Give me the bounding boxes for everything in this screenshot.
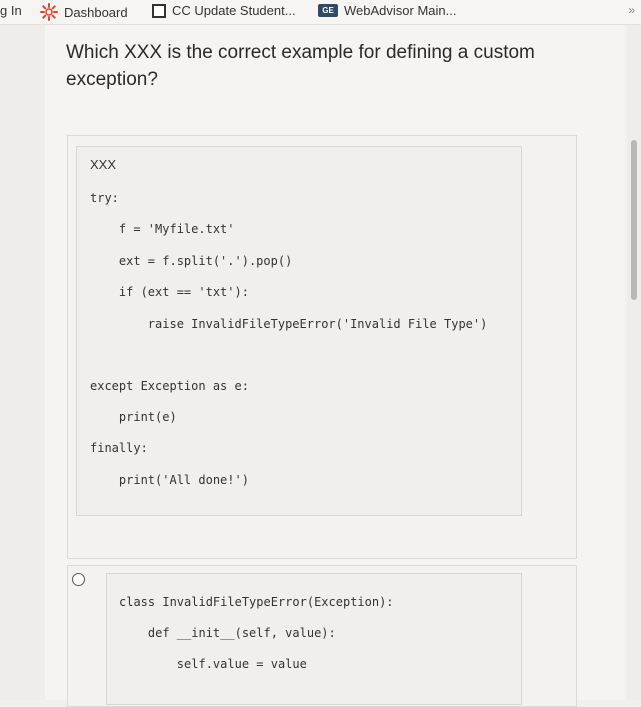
code-line: print(e) bbox=[90, 410, 177, 424]
bookmark-label: CC Update Student... bbox=[172, 3, 296, 18]
scrollbar-thumb[interactable] bbox=[631, 140, 637, 300]
bookmark-cc-update-student[interactable]: CC Update Student... bbox=[150, 3, 296, 18]
code-line: raise InvalidFileTypeError('Invalid File… bbox=[90, 317, 488, 331]
code-line: if (ext == 'txt'): bbox=[90, 285, 249, 299]
question-text: Which XXX is the correct example for def… bbox=[66, 42, 535, 90]
code-placeholder: XXX bbox=[90, 157, 117, 172]
code-block bbox=[76, 146, 522, 516]
bookmark-webadvisor[interactable]: GE WebAdvisor Main... bbox=[318, 3, 456, 18]
answer-radio[interactable] bbox=[72, 573, 85, 586]
bookmark-log-in[interactable]: g In bbox=[0, 3, 22, 18]
quiz-content: Which XXX is the correct example for def… bbox=[45, 25, 625, 707]
bookmark-label: g In bbox=[0, 3, 22, 18]
code-line: finally: bbox=[90, 441, 148, 455]
code-line: except Exception as e: bbox=[90, 379, 249, 393]
left-gutter bbox=[0, 25, 45, 700]
square-icon bbox=[152, 3, 166, 18]
code-line: def __init__(self, value): bbox=[119, 626, 336, 640]
bookmark-dashboard[interactable]: Dashboard bbox=[40, 3, 128, 21]
code-line: class InvalidFileTypeError(Exception): bbox=[119, 595, 394, 609]
bookmark-label: Dashboard bbox=[64, 4, 128, 20]
ge-icon: GE bbox=[318, 4, 338, 17]
code-line: try: bbox=[90, 191, 119, 205]
canvas-star-icon bbox=[40, 3, 58, 21]
code-line: print('All done!') bbox=[90, 473, 249, 487]
code-line: self.value = value bbox=[119, 657, 307, 671]
scrollbar-track[interactable] bbox=[627, 25, 641, 700]
code-line: f = 'Myfile.txt' bbox=[90, 222, 235, 236]
bookmarks-bar: g In Dashboard CC Update Student... GE W… bbox=[0, 0, 641, 25]
bookmark-label: WebAdvisor Main... bbox=[344, 3, 457, 18]
bookmarks-overflow-chevron-icon[interactable]: » bbox=[628, 3, 635, 17]
code-line: ext = f.split('.').pop() bbox=[90, 254, 293, 268]
